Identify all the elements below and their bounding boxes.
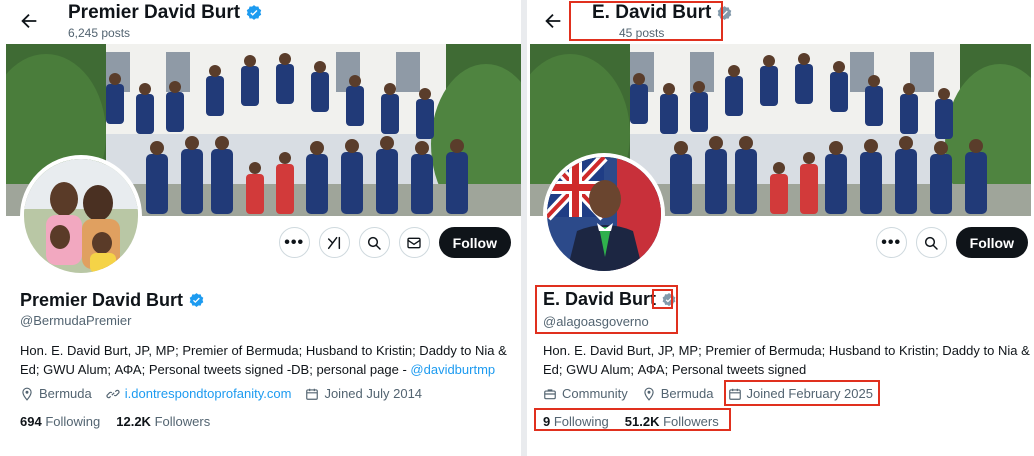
link-icon [106,389,120,398]
profile-handle: @BermudaPremier [20,313,132,328]
location-icon [644,387,654,401]
header-title: Premier David Burt [68,2,263,24]
highlight-joined-date [724,380,880,406]
more-button[interactable]: ••• [278,227,310,258]
avatar[interactable] [20,155,142,277]
verified-badge-icon [189,293,204,307]
briefcase-icon [544,388,556,399]
profile-name: Premier David Burt [20,290,205,311]
followers-stat[interactable]: 12.2K Followers [116,414,210,429]
highlight-follow-stats [534,408,731,431]
verified-badge-icon [246,5,262,20]
meta-joined: Joined July 2014 [305,386,422,401]
highlight-verified-badge [652,289,673,309]
meta-location: Bermuda [20,386,92,401]
message-button[interactable] [398,227,430,258]
calendar-icon [306,388,319,400]
profile-meta: Bermuda i.dontrespondtoprofanity.com Joi… [20,386,422,401]
back-arrow-icon[interactable] [18,10,40,32]
following-count: 694 [20,414,42,429]
grok-icon [328,236,341,249]
following-label: Following [45,414,101,429]
followers-label: Followers [154,414,211,429]
message-icon [407,237,421,248]
profile-panel-impersonator: E. David Burt 45 posts ••• Follow E. Dav… [527,0,1034,456]
profile-name-text: Premier David Burt [20,290,184,310]
bio-mention-link[interactable]: @davidburtmp [410,362,495,377]
header-title-text: Premier David Burt [68,2,241,23]
back-arrow-icon[interactable] [542,10,564,32]
profile-bio: Hon. E. David Burt, JP, MP; Premier of B… [543,343,1030,377]
header-post-count: 6,245 posts [68,26,131,40]
location-text: Bermuda [39,386,92,401]
follow-button[interactable]: Follow [438,227,511,258]
more-button[interactable]: ••• [875,227,907,258]
search-button[interactable] [358,227,390,258]
profile-actions: ••• Follow [875,227,1028,258]
more-icon: ••• [881,233,902,251]
website-link[interactable]: i.dontrespondtoprofanity.com [125,386,292,401]
followers-count: 12.2K [116,414,151,429]
follow-button[interactable]: Follow [955,227,1028,258]
following-stat[interactable]: 694 Following [20,414,100,429]
profile-bio: Hon. E. David Burt, JP, MP; Premier of B… [20,341,515,379]
profile-stats: 694 Following 12.2K Followers [20,414,210,429]
meta-category: Community [543,386,628,401]
highlight-header [569,1,723,41]
more-icon: ••• [284,233,305,251]
profile-actions: ••• Follow [278,227,511,258]
joined-text: Joined July 2014 [324,386,423,401]
avatar[interactable] [543,153,665,275]
search-button[interactable] [915,227,947,258]
location-icon [22,387,32,401]
search-icon [368,236,381,250]
profile-header-bar: Premier David Burt 6,245 posts [0,0,521,44]
meta-location: Bermuda [642,386,714,401]
profile-panel-authentic: Premier David Burt 6,245 posts ••• Follo… [0,0,521,456]
location-text: Bermuda [660,386,714,401]
meta-website: i.dontrespondtoprofanity.com [106,386,292,401]
search-icon [925,236,938,250]
category-text: Community [562,386,628,401]
grok-button[interactable] [318,227,350,258]
